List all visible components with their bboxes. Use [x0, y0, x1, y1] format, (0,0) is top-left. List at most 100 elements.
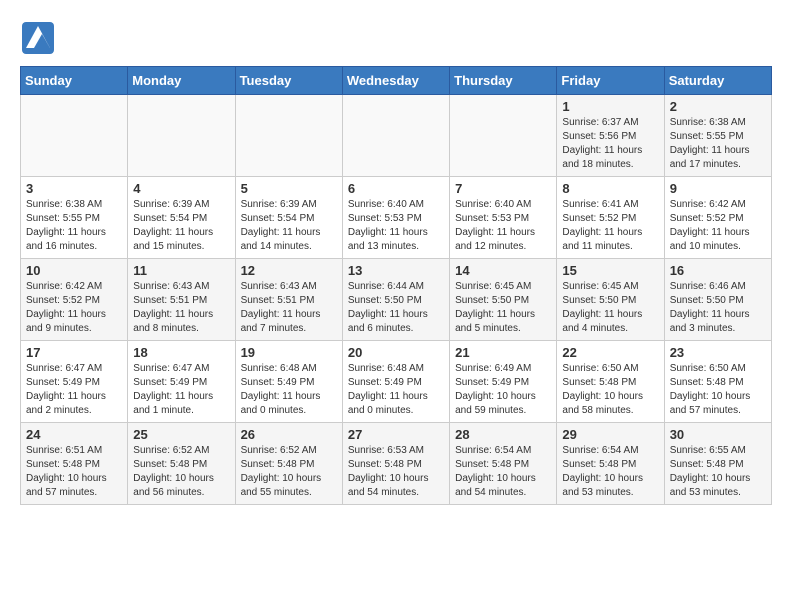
day-number: 13 [348, 263, 444, 278]
day-cell: 21 Sunrise: 6:49 AM Sunset: 5:49 PM Dayli… [450, 341, 557, 423]
day-info: Sunrise: 6:40 AM Sunset: 5:53 PM Dayligh… [348, 198, 444, 254]
day-info: Sunrise: 6:52 AM Sunset: 5:48 PM Dayligh… [241, 444, 337, 500]
calendar-table: SundayMondayTuesdayWednesdayThursdayFrid… [20, 66, 772, 505]
day-cell: 24 Sunrise: 6:51 AM Sunset: 5:48 PM Dayli… [21, 423, 128, 505]
day-cell: 4 Sunrise: 6:39 AM Sunset: 5:54 PM Daylig… [128, 177, 235, 259]
day-cell: 9 Sunrise: 6:42 AM Sunset: 5:52 PM Daylig… [664, 177, 771, 259]
day-number: 23 [670, 345, 766, 360]
day-info: Sunrise: 6:42 AM Sunset: 5:52 PM Dayligh… [670, 198, 766, 254]
day-number: 3 [26, 181, 122, 196]
day-cell: 12Sunrise: 6:43 AM Sunset: 5:51 PM Dayli… [235, 259, 342, 341]
day-info: Sunrise: 6:46 AM Sunset: 5:50 PM Dayligh… [670, 280, 766, 336]
day-cell: 30 Sunrise: 6:55 AM Sunset: 5:48 PM Dayli… [664, 423, 771, 505]
day-info: Sunrise: 6:42 AM Sunset: 5:52 PM Dayligh… [26, 280, 122, 336]
day-number: 1 [562, 99, 658, 114]
day-cell: 25 Sunrise: 6:52 AM Sunset: 5:48 PM Dayli… [128, 423, 235, 505]
day-cell: 6 Sunrise: 6:40 AM Sunset: 5:53 PM Daylig… [342, 177, 449, 259]
week-row-4: 17 Sunrise: 6:47 AM Sunset: 5:49 PM Dayli… [21, 341, 772, 423]
calendar-body: 1 Sunrise: 6:37 AM Sunset: 5:56 PM Daylig… [21, 95, 772, 505]
day-number: 30 [670, 427, 766, 442]
day-header-thursday: Thursday [450, 67, 557, 95]
header-row: SundayMondayTuesdayWednesdayThursdayFrid… [21, 67, 772, 95]
day-info: Sunrise: 6:48 AM Sunset: 5:49 PM Dayligh… [241, 362, 337, 418]
day-number: 28 [455, 427, 551, 442]
day-info: Sunrise: 6:44 AM Sunset: 5:50 PM Dayligh… [348, 280, 444, 336]
day-info: Sunrise: 6:55 AM Sunset: 5:48 PM Dayligh… [670, 444, 766, 500]
week-row-3: 10 Sunrise: 6:42 AM Sunset: 5:52 PM Dayli… [21, 259, 772, 341]
day-info: Sunrise: 6:49 AM Sunset: 5:49 PM Dayligh… [455, 362, 551, 418]
day-cell: 7 Sunrise: 6:40 AM Sunset: 5:53 PM Daylig… [450, 177, 557, 259]
day-info: Sunrise: 6:48 AM Sunset: 5:49 PM Dayligh… [348, 362, 444, 418]
day-cell: 28 Sunrise: 6:54 AM Sunset: 5:48 PM Dayli… [450, 423, 557, 505]
day-cell [128, 95, 235, 177]
day-number: 5 [241, 181, 337, 196]
day-number: 12 [241, 263, 337, 278]
day-info: Sunrise: 6:37 AM Sunset: 5:56 PM Dayligh… [562, 116, 658, 172]
day-info: Sunrise: 6:51 AM Sunset: 5:48 PM Dayligh… [26, 444, 122, 500]
week-row-5: 24 Sunrise: 6:51 AM Sunset: 5:48 PM Dayli… [21, 423, 772, 505]
day-number: 18 [133, 345, 229, 360]
week-row-2: 3 Sunrise: 6:38 AM Sunset: 5:55 PM Daylig… [21, 177, 772, 259]
day-header-tuesday: Tuesday [235, 67, 342, 95]
day-number: 4 [133, 181, 229, 196]
logo [20, 20, 60, 56]
day-header-wednesday: Wednesday [342, 67, 449, 95]
day-cell: 10 Sunrise: 6:42 AM Sunset: 5:52 PM Dayli… [21, 259, 128, 341]
logo-icon [20, 20, 56, 56]
day-number: 16 [670, 263, 766, 278]
day-cell [21, 95, 128, 177]
day-header-monday: Monday [128, 67, 235, 95]
day-cell: 15 Sunrise: 6:45 AM Sunset: 5:50 PM Dayli… [557, 259, 664, 341]
day-cell: 8 Sunrise: 6:41 AM Sunset: 5:52 PM Daylig… [557, 177, 664, 259]
day-cell: 2Sunrise: 6:38 AM Sunset: 5:55 PM Daylig… [664, 95, 771, 177]
day-number: 29 [562, 427, 658, 442]
day-cell: 14 Sunrise: 6:45 AM Sunset: 5:50 PM Dayli… [450, 259, 557, 341]
day-info: Sunrise: 6:52 AM Sunset: 5:48 PM Dayligh… [133, 444, 229, 500]
day-info: Sunrise: 6:47 AM Sunset: 5:49 PM Dayligh… [26, 362, 122, 418]
day-header-friday: Friday [557, 67, 664, 95]
day-number: 26 [241, 427, 337, 442]
day-info: Sunrise: 6:53 AM Sunset: 5:48 PM Dayligh… [348, 444, 444, 500]
day-info: Sunrise: 6:45 AM Sunset: 5:50 PM Dayligh… [562, 280, 658, 336]
day-cell: 1 Sunrise: 6:37 AM Sunset: 5:56 PM Daylig… [557, 95, 664, 177]
day-info: Sunrise: 6:45 AM Sunset: 5:50 PM Dayligh… [455, 280, 551, 336]
day-info: Sunrise: 6:54 AM Sunset: 5:48 PM Dayligh… [562, 444, 658, 500]
day-cell: 17 Sunrise: 6:47 AM Sunset: 5:49 PM Dayli… [21, 341, 128, 423]
day-cell: 11 Sunrise: 6:43 AM Sunset: 5:51 PM Dayli… [128, 259, 235, 341]
day-info: Sunrise: 6:40 AM Sunset: 5:53 PM Dayligh… [455, 198, 551, 254]
day-number: 21 [455, 345, 551, 360]
day-number: 6 [348, 181, 444, 196]
day-header-sunday: Sunday [21, 67, 128, 95]
day-number: 15 [562, 263, 658, 278]
page-header [20, 20, 772, 56]
day-info: Sunrise: 6:38 AM Sunset: 5:55 PM Dayligh… [26, 198, 122, 254]
day-number: 10 [26, 263, 122, 278]
day-number: 2 [670, 99, 766, 114]
day-cell: 3 Sunrise: 6:38 AM Sunset: 5:55 PM Daylig… [21, 177, 128, 259]
day-cell: 22Sunrise: 6:50 AM Sunset: 5:48 PM Dayli… [557, 341, 664, 423]
day-cell [235, 95, 342, 177]
day-number: 20 [348, 345, 444, 360]
day-number: 24 [26, 427, 122, 442]
week-row-1: 1 Sunrise: 6:37 AM Sunset: 5:56 PM Daylig… [21, 95, 772, 177]
day-info: Sunrise: 6:43 AM Sunset: 5:51 PM Dayligh… [133, 280, 229, 336]
day-info: Sunrise: 6:39 AM Sunset: 5:54 PM Dayligh… [133, 198, 229, 254]
day-number: 8 [562, 181, 658, 196]
day-number: 17 [26, 345, 122, 360]
day-number: 14 [455, 263, 551, 278]
day-info: Sunrise: 6:54 AM Sunset: 5:48 PM Dayligh… [455, 444, 551, 500]
day-cell: 13 Sunrise: 6:44 AM Sunset: 5:50 PM Dayli… [342, 259, 449, 341]
day-number: 7 [455, 181, 551, 196]
day-info: Sunrise: 6:50 AM Sunset: 5:48 PM Dayligh… [562, 362, 658, 418]
day-number: 9 [670, 181, 766, 196]
day-cell: 20 Sunrise: 6:48 AM Sunset: 5:49 PM Dayli… [342, 341, 449, 423]
day-cell: 29 Sunrise: 6:54 AM Sunset: 5:48 PM Dayli… [557, 423, 664, 505]
day-number: 25 [133, 427, 229, 442]
day-info: Sunrise: 6:39 AM Sunset: 5:54 PM Dayligh… [241, 198, 337, 254]
day-info: Sunrise: 6:50 AM Sunset: 5:48 PM Dayligh… [670, 362, 766, 418]
day-info: Sunrise: 6:41 AM Sunset: 5:52 PM Dayligh… [562, 198, 658, 254]
day-cell [450, 95, 557, 177]
calendar-header: SundayMondayTuesdayWednesdayThursdayFrid… [21, 67, 772, 95]
day-number: 11 [133, 263, 229, 278]
day-cell: 5 Sunrise: 6:39 AM Sunset: 5:54 PM Daylig… [235, 177, 342, 259]
